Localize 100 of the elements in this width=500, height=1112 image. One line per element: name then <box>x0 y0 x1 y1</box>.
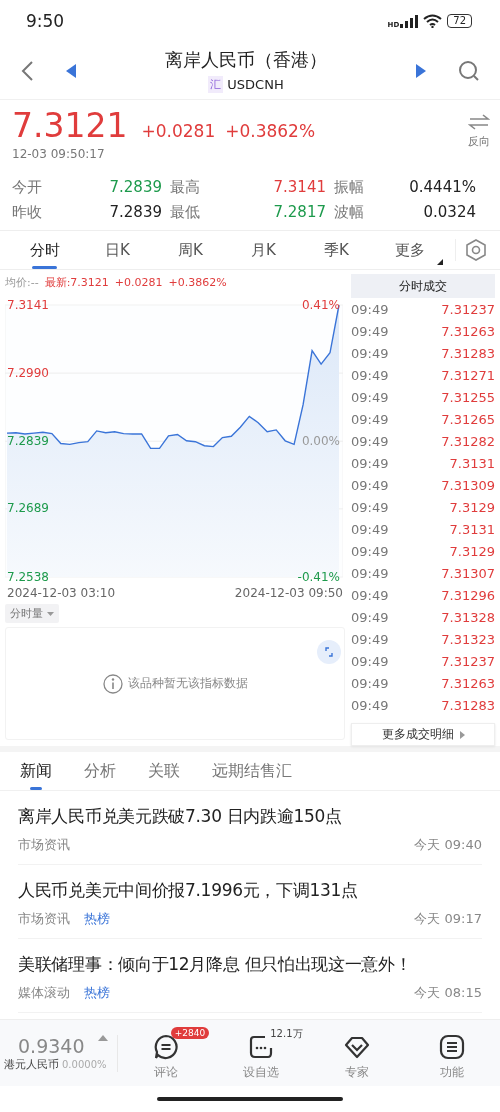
time-label: 2024-12-03 03:10 <box>7 586 116 600</box>
wifi-icon <box>423 14 443 28</box>
axis-label: 7.2839 <box>7 433 49 448</box>
trade-price: 7.31283 <box>441 345 495 361</box>
trade-time: 09:49 <box>351 323 389 339</box>
reverse-label[interactable]: 反向 <box>468 134 490 149</box>
type-badge: 汇 <box>208 76 224 93</box>
chart-tab[interactable]: 分时 <box>8 231 81 269</box>
trade-time: 09:49 <box>351 565 389 581</box>
caret-icon <box>459 730 465 739</box>
trade-price: 7.3129 <box>449 499 495 515</box>
trade-time: 09:49 <box>351 389 389 405</box>
news-item[interactable]: 美联储理事：倾向于12月降息 但只怕出现这一意外！ 媒体滚动 热榜 今天 08:15 <box>18 939 482 1013</box>
empty-message: 该品种暂无该指标数据 <box>127 675 248 692</box>
trade-time: 09:49 <box>351 543 389 559</box>
next-icon[interactable] <box>416 63 426 78</box>
trade-price: 7.3129 <box>449 543 495 559</box>
trade-time: 09:49 <box>351 587 389 603</box>
bottom-action[interactable]: 12.1万 设自选 <box>213 1025 309 1081</box>
percent-label: -0.41% <box>297 569 340 584</box>
search-icon[interactable] <box>458 59 480 82</box>
previous-icon[interactable] <box>66 63 76 78</box>
axis-label: 7.3141 <box>7 297 49 312</box>
news-source: 市场资讯 <box>18 836 70 854</box>
trade-time: 09:49 <box>351 499 389 515</box>
news-title: 美联储理事：倾向于12月降息 但只怕出现这一意外！ <box>18 953 413 976</box>
trade-time: 09:49 <box>351 301 389 317</box>
hot-tag[interactable]: 热榜 <box>84 910 110 928</box>
trade-time: 09:49 <box>351 609 389 625</box>
price-change-percent: +0.3862% <box>225 121 316 141</box>
trade-price: 7.31328 <box>441 609 495 625</box>
page-title: 离岸人民币（香港） <box>165 48 327 72</box>
news-tab[interactable]: 分析 <box>68 752 132 790</box>
stat-label: 最低 <box>170 203 201 222</box>
axis-label: 7.2990 <box>7 365 49 380</box>
stat-value: 7.2817 <box>272 203 327 222</box>
trade-time: 09:49 <box>351 367 389 383</box>
chart-tab[interactable]: 周K <box>154 231 227 269</box>
more-trades-button[interactable]: 更多成交明细 <box>351 723 495 746</box>
back-icon[interactable] <box>20 59 34 82</box>
axis-label: 7.2538 <box>7 569 49 584</box>
news-source: 媒体滚动 <box>18 984 70 1002</box>
chart-tab[interactable]: 月K <box>227 231 300 269</box>
menu-icon <box>439 1034 466 1060</box>
related-name: 港元人民币 <box>4 1056 59 1072</box>
trades-header: 分时成交 <box>351 274 495 298</box>
trade-time: 09:49 <box>351 631 389 647</box>
trade-time: 09:49 <box>351 675 389 691</box>
trade-price: 7.31265 <box>441 411 495 427</box>
trade-price: 7.3131 <box>449 455 495 471</box>
trade-time: 09:49 <box>351 477 389 493</box>
news-item[interactable]: 离岸人民币兑美元跌破7.30 日内跌逾150点 市场资讯 今天 09:40 <box>18 791 482 865</box>
trade-time: 09:49 <box>351 653 389 669</box>
stat-value: 0.0324 <box>422 203 477 222</box>
stat-value: 0.4441% <box>408 178 477 197</box>
shield-check-icon <box>343 1034 370 1060</box>
bottom-action[interactable]: 专家 <box>309 1025 405 1081</box>
settings-icon[interactable] <box>455 239 486 261</box>
trade-price: 7.31282 <box>441 433 495 449</box>
indicator-dropdown[interactable]: 分时量 <box>5 604 59 623</box>
percent-label: 0.41% <box>301 297 340 312</box>
chart-tab[interactable]: 季K <box>300 231 373 269</box>
trade-time: 09:49 <box>351 433 389 449</box>
trade-price: 7.31323 <box>441 631 495 647</box>
caret-icon <box>47 611 54 616</box>
stat-label: 波幅 <box>334 203 365 222</box>
chart-tab[interactable]: 日K <box>81 231 154 269</box>
trade-price: 7.31263 <box>441 675 495 691</box>
up-arrow-icon <box>98 1034 109 1041</box>
axis-label: 7.2689 <box>7 501 49 516</box>
related-percent: 0.0000% <box>62 1058 107 1070</box>
news-tab[interactable]: 新闻 <box>4 752 68 790</box>
chart-tab[interactable]: 更多 <box>373 231 446 269</box>
expand-icon[interactable] <box>317 640 341 664</box>
trade-time: 09:49 <box>351 455 389 471</box>
stat-label: 振幅 <box>334 178 365 197</box>
trade-price: 7.31255 <box>441 389 495 405</box>
hot-tag[interactable]: 热榜 <box>84 984 110 1002</box>
trade-price: 7.31296 <box>441 587 495 603</box>
swap-icon[interactable] <box>468 114 490 130</box>
trade-time: 09:49 <box>351 345 389 361</box>
stat-label: 最高 <box>170 178 201 197</box>
latest-price: 最新:7.3121 <box>44 274 109 290</box>
trade-price: 7.31283 <box>441 697 495 713</box>
current-price: 7.3121 <box>12 106 128 145</box>
latest-change: +0.0281 <box>114 275 163 289</box>
average-price: 均价:-- <box>5 274 39 290</box>
news-tab[interactable]: 远期结售汇 <box>196 752 308 790</box>
corner-icon <box>437 259 443 265</box>
trade-price: 7.31307 <box>441 565 495 581</box>
bottom-action[interactable]: 功能 <box>404 1025 500 1081</box>
trade-price: 7.3131 <box>449 521 495 537</box>
news-item[interactable]: 人民币兑美元中间价报7.1996元，下调131点 市场资讯 热榜 今天 09:17 <box>18 865 482 939</box>
time-label: 2024-12-03 09:50 <box>234 586 343 600</box>
stat-value: 7.2839 <box>108 178 163 197</box>
stat-value: 7.2839 <box>108 203 163 222</box>
comment-icon <box>152 1034 179 1060</box>
news-time: 今天 09:17 <box>414 910 482 928</box>
bottom-action[interactable]: +2840 评论 <box>118 1025 214 1081</box>
news-tab[interactable]: 关联 <box>132 752 196 790</box>
